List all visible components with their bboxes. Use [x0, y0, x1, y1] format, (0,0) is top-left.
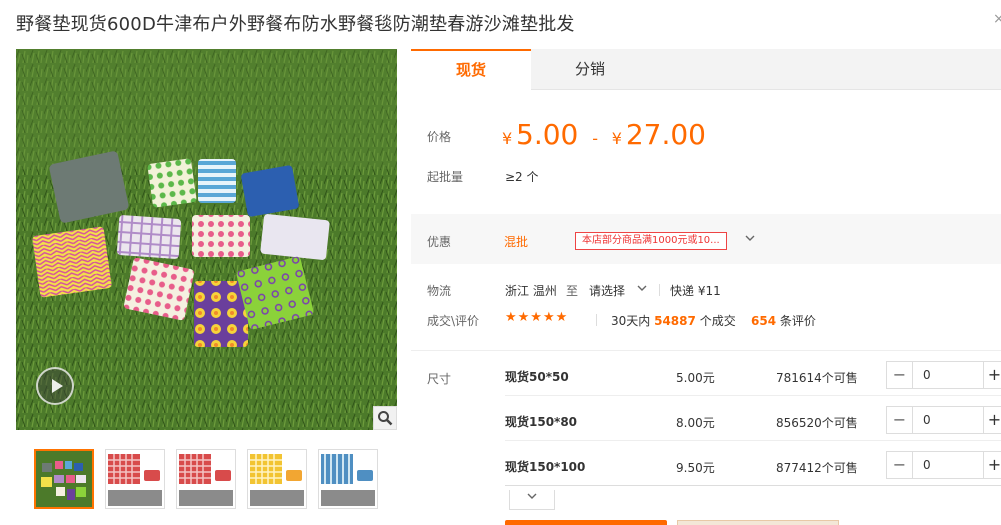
deal-count-suffix: 个成交: [699, 314, 736, 328]
thumbnail-red-plaid-mat-2[interactable]: [176, 449, 236, 509]
chevron-down-icon[interactable]: [745, 232, 755, 246]
deal-count-number: 54887: [654, 314, 696, 328]
minus-button[interactable]: −: [887, 407, 913, 433]
sku-stock: 856520个可售: [776, 416, 858, 430]
sku-name: 现货150*100: [505, 460, 586, 474]
plus-button[interactable]: +: [983, 407, 1001, 433]
quantity-input[interactable]: 0: [923, 368, 931, 382]
magnifier-icon: [378, 411, 393, 426]
minus-button[interactable]: −: [887, 362, 913, 388]
promotion-tag[interactable]: 本店部分商品满1000元或10...: [575, 232, 727, 250]
price-min: 5.00: [516, 118, 579, 151]
divider: [659, 284, 660, 296]
ship-to-select[interactable]: 请选择: [589, 282, 625, 299]
quantity-stepper: − 0 +: [886, 406, 1001, 434]
thumbnail-blue-stripe-mat[interactable]: [318, 449, 378, 509]
expand-sizes-button[interactable]: [509, 490, 555, 510]
sku-price: 8.00元: [676, 416, 715, 430]
plus-button[interactable]: +: [983, 362, 1001, 388]
currency-symbol: ¥: [611, 129, 622, 148]
thumbnail-image: [177, 450, 235, 508]
review-count[interactable]: 654 条评价: [751, 312, 816, 329]
price-max: 27.00: [625, 118, 706, 151]
sku-name: 现货150*80: [505, 415, 578, 429]
review-count-number: 654: [751, 314, 777, 328]
play-video-button[interactable]: [36, 367, 74, 405]
sku-price: 9.50元: [676, 461, 715, 475]
thumbnail-image: [36, 451, 92, 507]
picnic-mats-photo: [16, 49, 397, 430]
minus-button[interactable]: −: [887, 452, 913, 478]
price-label: 价格: [427, 130, 452, 144]
thumbnail-red-plaid-mat[interactable]: [105, 449, 165, 509]
thumbnail-strip: [34, 449, 378, 509]
promotion-band: 优惠 混批 本店部分商品满1000元或10...: [411, 214, 1001, 264]
tab-distribution[interactable]: 分销: [531, 49, 649, 90]
deals-label: 成交\评价: [427, 314, 480, 328]
deal-count: 30天内 54887 个成交: [611, 312, 736, 329]
product-title: 野餐垫现货600D牛津布户外野餐布防水野餐毯防潮垫春游沙滩垫批发: [16, 14, 575, 35]
sku-row: 现货50*50 5.00元 781614个可售 − 0 +: [505, 351, 1001, 396]
purchase-tabs: 现货 分销: [411, 49, 1001, 90]
tab-spot-goods[interactable]: 现货: [411, 49, 531, 90]
moq-value: ≥2 个: [505, 170, 539, 184]
sku-stock: 781614个可售: [776, 371, 858, 385]
currency-symbol: ¥: [502, 129, 513, 148]
thumbnail-yellow-plaid-mat[interactable]: [247, 449, 307, 509]
thumbnail-image: [106, 450, 164, 508]
price-separator: -: [592, 129, 598, 148]
thumbnail-picnic-mats-group[interactable]: [34, 449, 94, 509]
zoom-button[interactable]: [373, 406, 397, 430]
plus-button[interactable]: +: [983, 452, 1001, 478]
chevron-down-icon[interactable]: [637, 282, 647, 296]
shipping-method: 快递 ¥11: [670, 284, 721, 298]
chevron-down-icon: [527, 493, 537, 499]
price-range: ¥ 5.00 - ¥ 27.00: [502, 118, 706, 151]
divider: [596, 314, 597, 326]
quantity-input[interactable]: 0: [923, 458, 931, 472]
quantity-stepper: − 0 +: [886, 451, 1001, 479]
sku-row: 现货150*100 9.50元 877412个可售 − 0 +: [505, 441, 1001, 486]
quantity-input[interactable]: 0: [923, 413, 931, 427]
promotion-type: 混批: [504, 235, 529, 249]
quantity-stepper: − 0 +: [886, 361, 1001, 389]
add-to-cart-button[interactable]: [677, 520, 839, 525]
ship-from: 浙江 温州: [505, 284, 557, 298]
moq-label: 起批量: [427, 170, 464, 184]
deal-period: 30天内: [611, 314, 651, 328]
sku-name: 现货50*50: [505, 370, 569, 384]
star-rating: ★★★★★: [505, 310, 569, 325]
review-count-suffix: 条评价: [779, 314, 816, 328]
promotion-label: 优惠: [427, 235, 452, 249]
shipping-label: 物流: [427, 284, 452, 298]
sku-stock: 877412个可售: [776, 461, 858, 475]
size-band: 尺寸 现货50*50 5.00元 781614个可售 − 0 + 现货150*8…: [411, 350, 1001, 497]
size-label: 尺寸: [427, 372, 452, 386]
ship-to-separator: 至: [566, 284, 579, 298]
main-product-image[interactable]: [16, 49, 397, 430]
sku-price: 5.00元: [676, 371, 715, 385]
sku-row: 现货150*80 8.00元 856520个可售 − 0 +: [505, 396, 1001, 441]
thumbnail-image: [319, 450, 377, 508]
close-icon[interactable]: ×: [993, 12, 1001, 26]
buy-now-button[interactable]: [505, 520, 667, 525]
thumbnail-image: [248, 450, 306, 508]
